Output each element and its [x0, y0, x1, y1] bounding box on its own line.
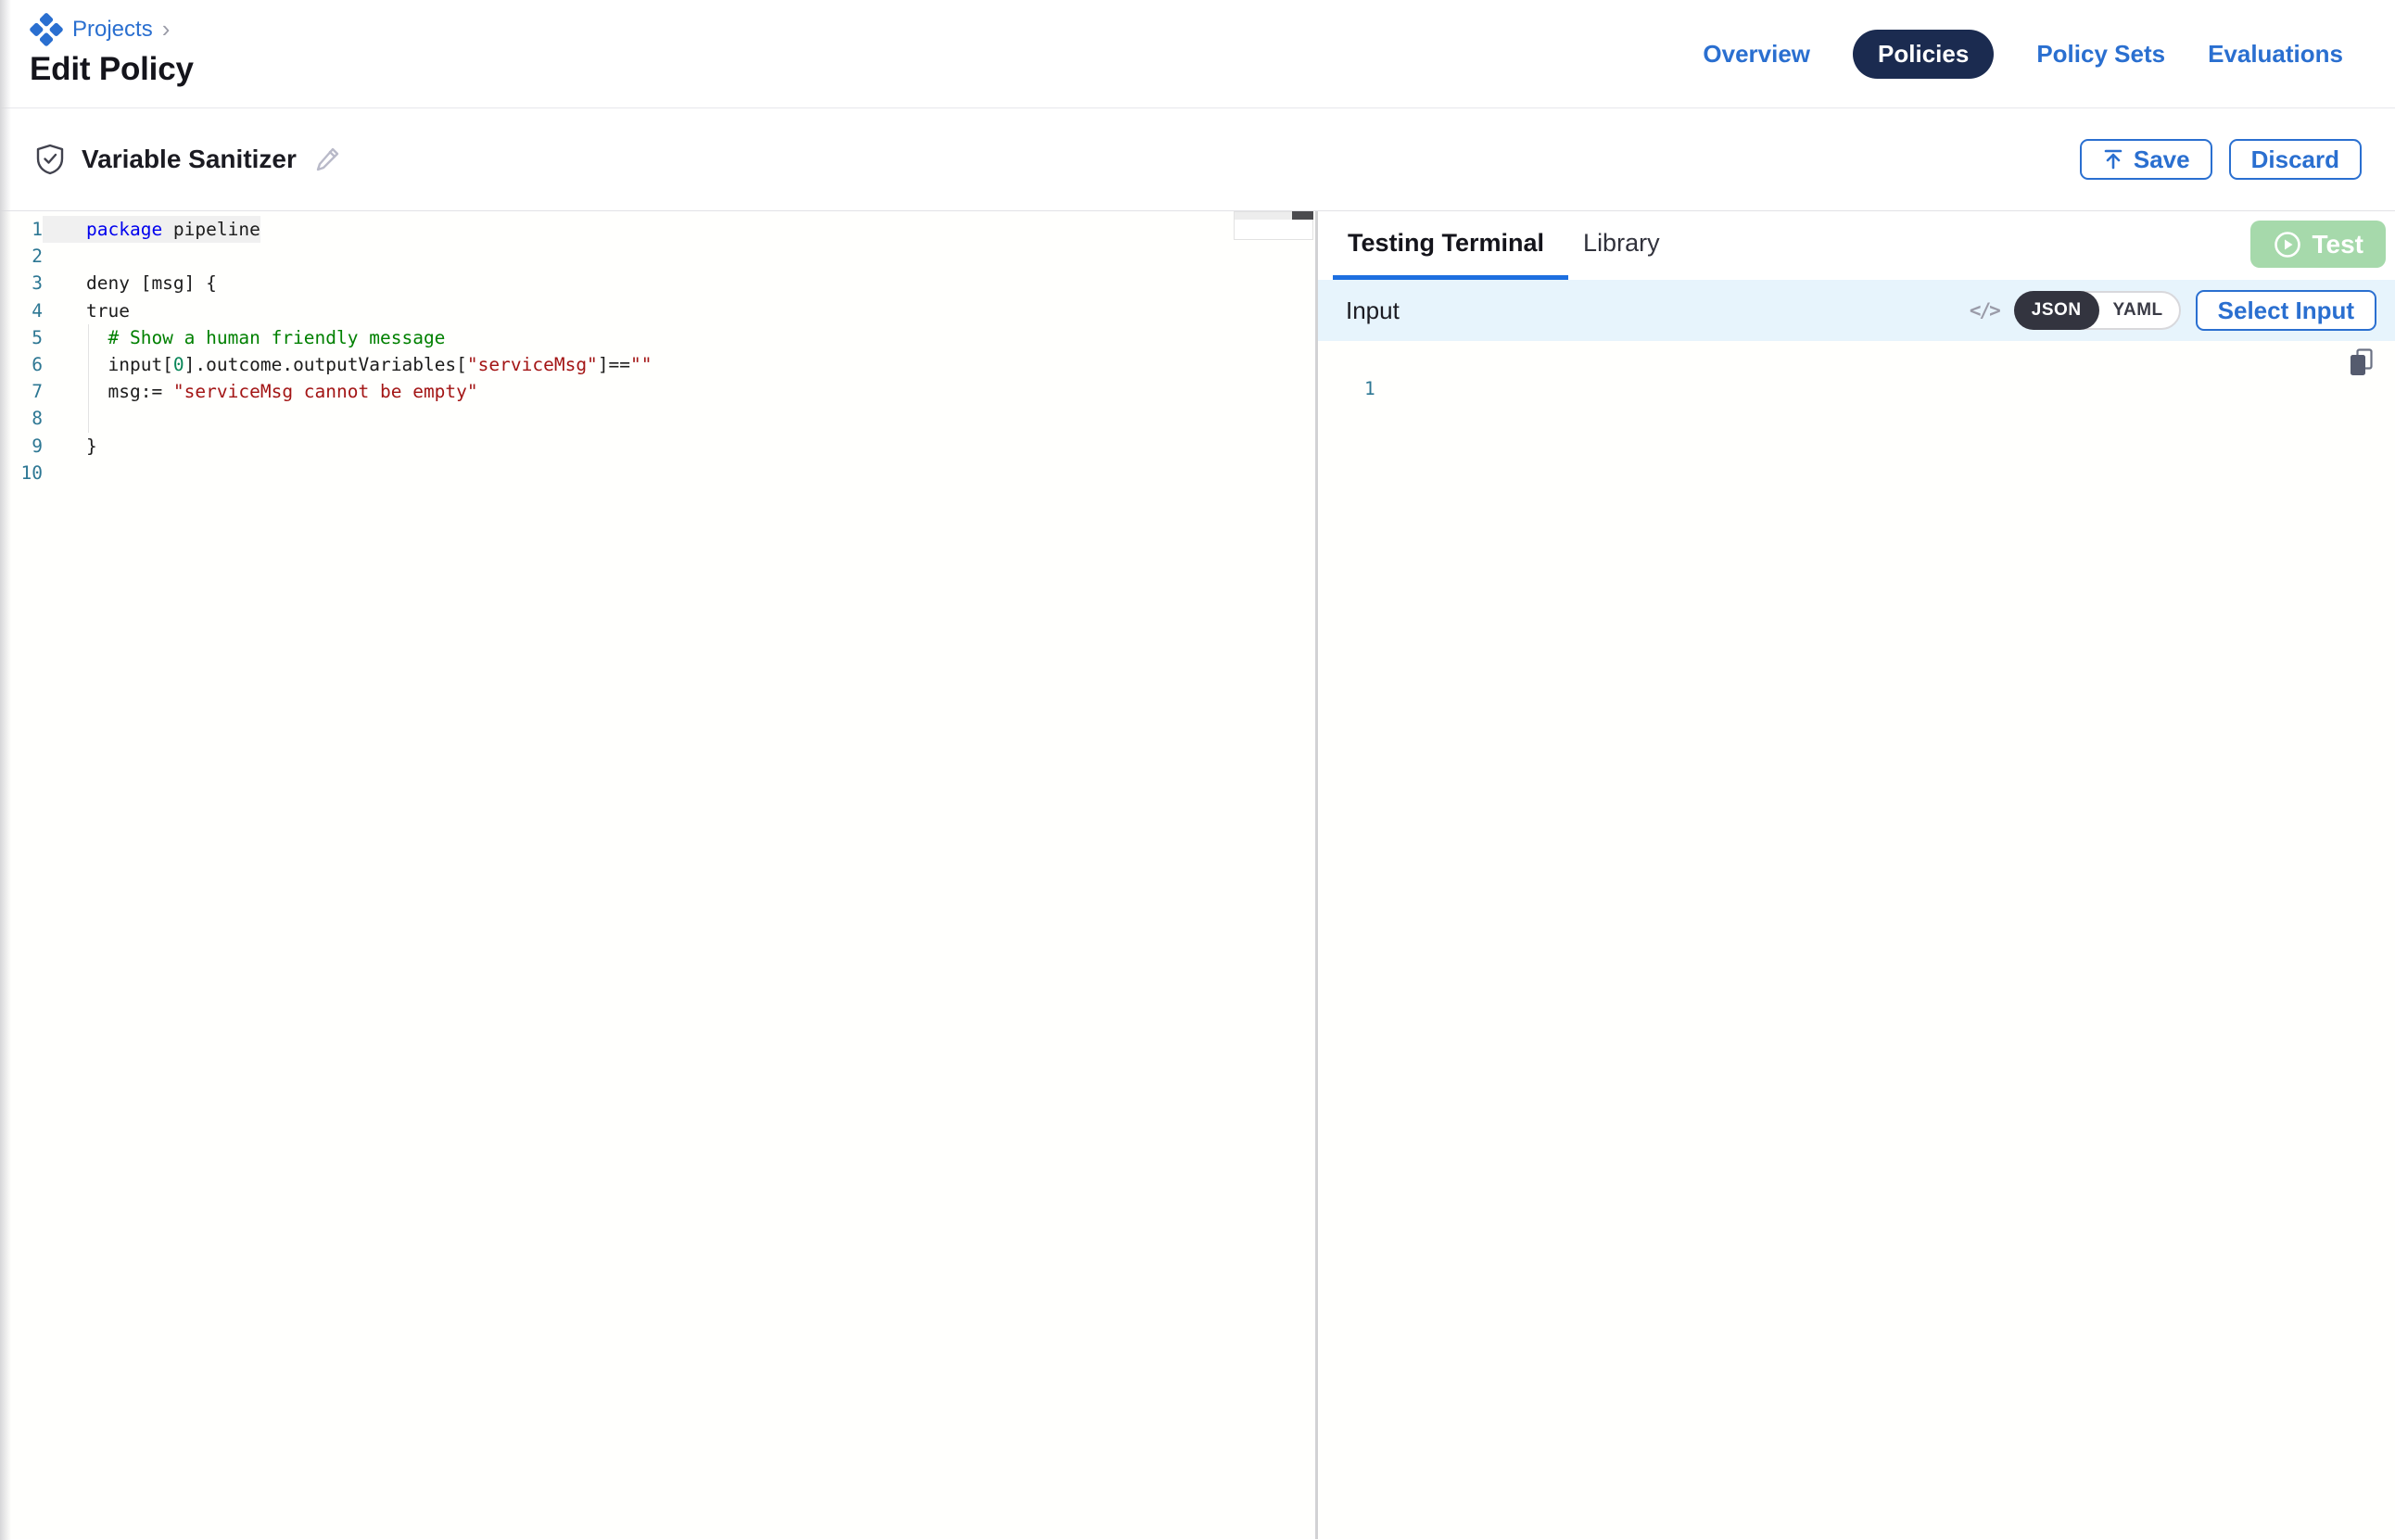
line-number: 9 — [0, 433, 43, 460]
code-format-icon[interactable]: </> — [1970, 299, 1999, 322]
policy-toolbar: Variable Sanitizer Save Discard — [0, 108, 2395, 211]
upload-icon — [2102, 148, 2124, 170]
copy-button[interactable] — [2349, 347, 2375, 380]
code-line[interactable]: 6 input[0].outcome.outputVariables["serv… — [0, 351, 1315, 378]
projects-icon — [30, 13, 63, 46]
code-line[interactable]: 1package pipeline — [0, 216, 1315, 243]
code-text[interactable]: } — [43, 433, 97, 460]
breadcrumb: Projects › — [30, 13, 194, 46]
nav-overview[interactable]: Overview — [1703, 40, 1810, 69]
terminal-tabs: Testing Terminal Library Test — [1318, 211, 2395, 280]
code-line[interactable]: 9} — [0, 433, 1315, 460]
minimap-slider[interactable] — [1292, 211, 1313, 220]
input-label: Input — [1346, 297, 1400, 325]
line-number: 1 — [0, 216, 43, 243]
discard-label: Discard — [2251, 145, 2339, 174]
line-number: 7 — [0, 378, 43, 405]
select-input-button[interactable]: Select Input — [2196, 290, 2376, 331]
edit-policy-page: Projects › Edit Policy Overview Policies… — [0, 0, 2395, 1540]
test-label: Test — [2313, 230, 2364, 259]
save-label: Save — [2134, 145, 2190, 174]
editor-minimap[interactable] — [1234, 211, 1313, 240]
code-line[interactable]: 3deny [msg] { — [0, 270, 1315, 297]
code-line[interactable]: 10 — [0, 460, 1315, 486]
code-line[interactable]: 5 # Show a human friendly message — [0, 324, 1315, 351]
format-option-yaml[interactable]: YAML — [2097, 291, 2179, 330]
code-text[interactable]: input[0].outcome.outputVariables["servic… — [43, 351, 653, 378]
line-number: 3 — [0, 270, 43, 297]
code-text[interactable]: msg:= "serviceMsg cannot be empty" — [43, 378, 478, 405]
chevron-right-icon: › — [162, 17, 171, 41]
code-lines[interactable]: 1package pipeline23deny [msg] {4true5 # … — [0, 211, 1315, 486]
line-number: 8 — [0, 405, 43, 432]
code-text[interactable]: deny [msg] { — [43, 270, 217, 297]
tab-library-label: Library — [1583, 229, 1660, 258]
code-line[interactable]: 4true — [0, 297, 1315, 324]
line-number: 5 — [0, 324, 43, 351]
code-line[interactable]: 7 msg:= "serviceMsg cannot be empty" — [0, 378, 1315, 405]
code-text[interactable]: package pipeline — [43, 216, 260, 243]
testing-terminal-panel: Testing Terminal Library Test Input </> — [1318, 211, 2395, 1539]
test-button[interactable]: Test — [2250, 221, 2387, 268]
shield-check-icon — [35, 144, 65, 175]
page-header: Projects › Edit Policy Overview Policies… — [0, 0, 2395, 108]
code-line[interactable]: 2 — [0, 243, 1315, 270]
policy-title-group: Variable Sanitizer — [35, 144, 341, 175]
discard-button[interactable]: Discard — [2229, 139, 2362, 180]
policy-name: Variable Sanitizer — [82, 145, 297, 174]
code-text[interactable] — [43, 460, 86, 486]
pencil-icon — [313, 145, 341, 173]
page-title: Edit Policy — [30, 51, 194, 88]
save-button[interactable]: Save — [2080, 139, 2212, 180]
nav-evaluations[interactable]: Evaluations — [2208, 40, 2343, 69]
policy-code-editor[interactable]: 1package pipeline23deny [msg] {4true5 # … — [0, 211, 1315, 1539]
line-number: 6 — [0, 351, 43, 378]
play-circle-icon — [2273, 230, 2302, 259]
input-line-number: 1 — [1364, 378, 1375, 399]
copy-icon — [2349, 347, 2375, 377]
indent-guide — [88, 324, 89, 433]
input-header-actions: </> JSON YAML Select Input — [1970, 290, 2376, 331]
code-text[interactable]: true — [43, 297, 130, 324]
code-text[interactable]: # Show a human friendly message — [43, 324, 445, 351]
main-content: 1package pipeline23deny [msg] {4true5 # … — [0, 211, 2395, 1539]
edit-name-button[interactable] — [313, 145, 341, 173]
module-nav: Overview Policies Policy Sets Evaluation… — [1703, 0, 2343, 107]
breadcrumb-projects-link[interactable]: Projects — [72, 17, 153, 43]
code-text[interactable] — [43, 243, 86, 270]
tab-library[interactable]: Library — [1568, 211, 1684, 280]
input-header: Input </> JSON YAML Select Input — [1318, 280, 2395, 341]
code-line[interactable]: 8 — [0, 405, 1315, 432]
line-number: 2 — [0, 243, 43, 270]
code-text[interactable] — [43, 405, 86, 432]
line-number: 4 — [0, 297, 43, 324]
line-number: 10 — [0, 460, 43, 486]
tab-testing-terminal-label: Testing Terminal — [1348, 229, 1544, 258]
toolbar-actions: Save Discard — [2080, 139, 2362, 180]
nav-policies[interactable]: Policies — [1853, 30, 1994, 79]
header-left: Projects › Edit Policy — [30, 0, 194, 107]
test-input-editor[interactable]: 1 — [1318, 341, 2395, 1539]
nav-policy-sets[interactable]: Policy Sets — [2036, 40, 2165, 69]
format-toggle[interactable]: JSON YAML — [2014, 291, 2181, 330]
format-option-json[interactable]: JSON — [2014, 291, 2099, 330]
tab-testing-terminal[interactable]: Testing Terminal — [1333, 211, 1568, 280]
